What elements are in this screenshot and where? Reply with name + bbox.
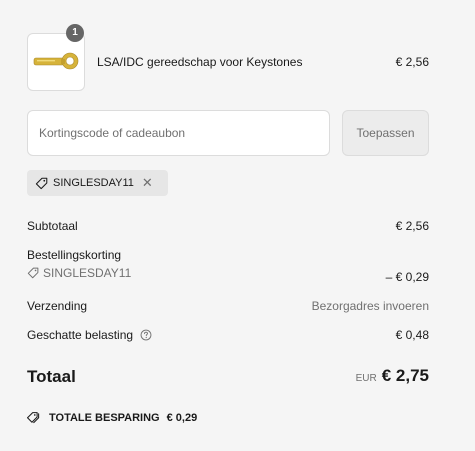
order-summary: 1 LSA/IDC gereedschap voor Keystones € 2… xyxy=(0,0,475,451)
order-discount-code: SINGLESDAY11 xyxy=(43,266,132,280)
subtotal-value: € 2,56 xyxy=(395,219,429,233)
shipping-value: Bezorgadres invoeren xyxy=(311,299,429,313)
total-value-group: EUR € 2,75 xyxy=(356,366,429,386)
savings-value: € 0,29 xyxy=(166,411,198,424)
tags-icon xyxy=(27,412,40,424)
applied-discount-code: SINGLESDAY11 xyxy=(53,177,134,189)
tag-icon xyxy=(27,267,39,279)
order-discount-code-row: SINGLESDAY11 xyxy=(27,266,131,280)
discount-code-input[interactable] xyxy=(27,110,330,156)
punch-down-tool-icon xyxy=(33,52,79,70)
order-discount-label: Bestellingskorting xyxy=(27,248,122,262)
applied-discount-tag: SINGLESDAY11 ✕ xyxy=(27,170,168,196)
tax-label-row: Geschatte belasting xyxy=(27,328,152,342)
total-label: Totaal xyxy=(27,367,76,386)
savings-label: TOTALE BESPARING xyxy=(49,411,160,424)
total-savings: TOTALE BESPARING € 0,29 xyxy=(27,411,197,424)
quantity-badge: 1 xyxy=(66,24,84,42)
product-name: LSA/IDC gereedschap voor Keystones xyxy=(97,55,303,69)
tax-label: Geschatte belasting xyxy=(27,328,134,342)
order-discount-value: – € 0,29 xyxy=(385,270,429,284)
shipping-label: Verzending xyxy=(27,299,88,313)
help-icon[interactable] xyxy=(140,329,152,341)
subtotal-label: Subtotaal xyxy=(27,219,78,233)
product-price: € 2,56 xyxy=(395,55,429,69)
tax-value: € 0,48 xyxy=(395,328,429,342)
close-icon[interactable]: ✕ xyxy=(142,175,153,191)
tag-icon xyxy=(35,177,48,189)
total-amount: € 2,75 xyxy=(381,366,429,385)
total-currency: EUR xyxy=(355,373,377,384)
apply-button[interactable]: Toepassen xyxy=(342,110,429,156)
